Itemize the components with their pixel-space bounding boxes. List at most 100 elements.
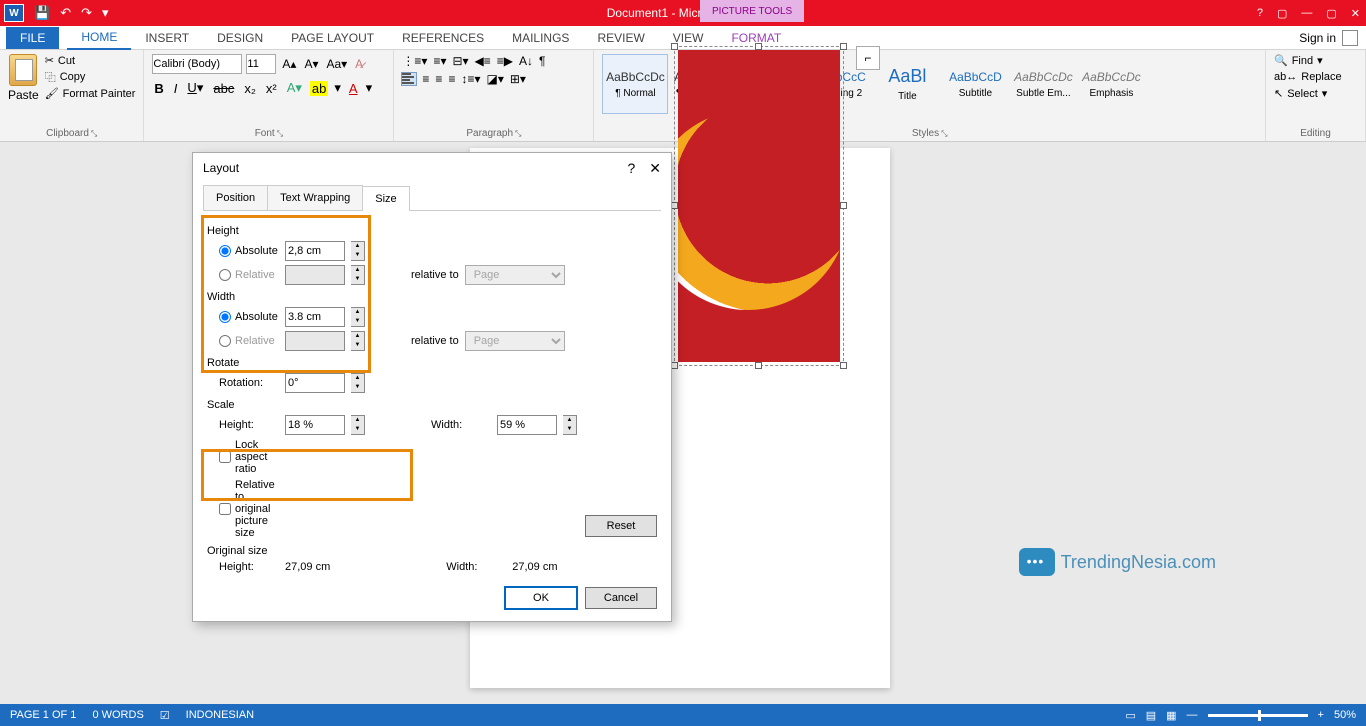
lock-aspect-checkbox[interactable]: Lock aspect ratio: [219, 439, 279, 475]
borders-icon[interactable]: ⊞▾: [510, 72, 526, 86]
ribbon-display-icon[interactable]: ▢: [1277, 7, 1287, 20]
resize-handle-tr[interactable]: [840, 43, 847, 50]
zoom-out-icon[interactable]: —: [1187, 709, 1198, 721]
zoom-slider[interactable]: [1208, 714, 1308, 717]
width-absolute-radio[interactable]: Absolute: [219, 311, 279, 323]
replace-button[interactable]: ab↔Replace: [1274, 71, 1357, 83]
resize-handle-tl[interactable]: [671, 43, 678, 50]
layout-options-floaty[interactable]: ⌐: [856, 46, 880, 70]
superscript-button[interactable]: x²: [264, 81, 279, 96]
read-mode-icon[interactable]: ▭: [1125, 709, 1135, 722]
align-left-button[interactable]: [402, 73, 416, 85]
style-item-0[interactable]: AaBbCcDc¶ Normal: [602, 54, 668, 114]
spinner[interactable]: ▲▼: [351, 307, 365, 327]
tab-design[interactable]: DESIGN: [203, 27, 277, 49]
page-indicator[interactable]: PAGE 1 OF 1: [10, 709, 76, 721]
font-name-combo[interactable]: [152, 54, 242, 74]
font-size-combo[interactable]: [246, 54, 276, 74]
shading-icon[interactable]: ◪▾: [486, 72, 503, 86]
format-painter-button[interactable]: 🖌Format Painter: [45, 87, 136, 100]
align-center-button[interactable]: ≡: [422, 72, 429, 86]
style-item-6[interactable]: AaBbCcDcSubtle Em...: [1010, 54, 1076, 114]
resize-handle-l[interactable]: [671, 202, 678, 209]
grow-font-icon[interactable]: A▴: [280, 57, 298, 71]
find-button[interactable]: 🔍Find ▾: [1274, 54, 1357, 67]
align-right-button[interactable]: ≡: [435, 72, 442, 86]
tab-insert[interactable]: INSERT: [131, 27, 203, 49]
strikethrough-button[interactable]: abc: [211, 81, 236, 96]
tab-page-layout[interactable]: PAGE LAYOUT: [277, 27, 388, 49]
spinner[interactable]: ▲▼: [351, 241, 365, 261]
resize-handle-t[interactable]: [755, 43, 762, 50]
bold-button[interactable]: B: [152, 81, 165, 96]
tab-home[interactable]: HOME: [67, 26, 131, 50]
cut-button[interactable]: ✂Cut: [45, 54, 136, 67]
style-item-5[interactable]: AaBbCcDSubtitle: [942, 54, 1008, 114]
word-count[interactable]: 0 WORDS: [92, 709, 143, 721]
change-case-icon[interactable]: Aa▾: [324, 57, 349, 71]
save-icon[interactable]: 💾: [34, 5, 50, 21]
sign-in[interactable]: Sign in: [1299, 30, 1358, 46]
maximize-icon[interactable]: ▢: [1326, 7, 1336, 20]
help-icon[interactable]: ?: [1257, 7, 1263, 20]
bullets-icon[interactable]: ⋮≡▾: [402, 54, 427, 68]
tab-size[interactable]: Size: [362, 186, 409, 211]
zoom-in-icon[interactable]: +: [1318, 709, 1324, 721]
spinner[interactable]: ▲▼: [351, 415, 365, 435]
dialog-launcher-icon[interactable]: ⤡: [941, 129, 947, 138]
tab-file[interactable]: FILE: [6, 27, 59, 49]
height-absolute-input[interactable]: [285, 241, 345, 261]
cancel-button[interactable]: Cancel: [585, 587, 657, 609]
dialog-launcher-icon[interactable]: ⤡: [91, 129, 97, 138]
resize-handle-bl[interactable]: [671, 362, 678, 369]
clear-formatting-icon[interactable]: A̷: [353, 57, 365, 71]
tab-position[interactable]: Position: [203, 185, 268, 210]
sort-icon[interactable]: A↓: [519, 54, 533, 68]
style-item-4[interactable]: AaBlTitle: [874, 54, 940, 114]
select-button[interactable]: ↖Select ▾: [1274, 87, 1357, 100]
spinner[interactable]: ▲▼: [563, 415, 577, 435]
tab-review[interactable]: REVIEW: [583, 27, 658, 49]
dialog-launcher-icon[interactable]: ⤡: [277, 129, 283, 138]
resize-handle-b[interactable]: [755, 362, 762, 369]
line-spacing-icon[interactable]: ↕≡▾: [461, 72, 480, 86]
height-absolute-radio[interactable]: Absolute: [219, 245, 279, 257]
height-relative-radio[interactable]: Relative: [219, 269, 279, 281]
paste-button[interactable]: Paste: [8, 54, 39, 102]
show-marks-icon[interactable]: ¶: [539, 54, 545, 68]
text-effects-icon[interactable]: A▾: [285, 80, 304, 96]
increase-indent-icon[interactable]: ≡▶: [497, 54, 513, 68]
rotation-input[interactable]: [285, 373, 345, 393]
dialog-close-icon[interactable]: ✕: [649, 160, 661, 177]
tab-text-wrapping[interactable]: Text Wrapping: [267, 185, 363, 210]
resize-handle-br[interactable]: [840, 362, 847, 369]
reset-button[interactable]: Reset: [585, 515, 657, 537]
language-indicator[interactable]: INDONESIAN: [186, 709, 254, 721]
tab-mailings[interactable]: MAILINGS: [498, 27, 583, 49]
undo-icon[interactable]: ↶: [60, 5, 71, 21]
style-item-7[interactable]: AaBbCcDcEmphasis: [1078, 54, 1144, 114]
relative-original-checkbox[interactable]: Relative to original picture size: [219, 479, 279, 539]
redo-icon[interactable]: ↷: [81, 5, 92, 21]
web-layout-icon[interactable]: ▦: [1166, 709, 1176, 722]
close-icon[interactable]: ✕: [1351, 7, 1360, 20]
italic-button[interactable]: I: [172, 81, 180, 96]
highlight-icon[interactable]: ab: [310, 81, 328, 96]
zoom-level[interactable]: 50%: [1334, 709, 1356, 721]
scale-width-input[interactable]: [497, 415, 557, 435]
numbering-icon[interactable]: ≡▾: [433, 54, 446, 68]
decrease-indent-icon[interactable]: ◀≡: [475, 54, 491, 68]
subscript-button[interactable]: x₂: [242, 81, 258, 96]
minimize-icon[interactable]: —: [1301, 7, 1312, 20]
underline-button[interactable]: U▾: [185, 80, 205, 96]
dialog-launcher-icon[interactable]: ⤡: [515, 129, 521, 138]
dialog-help-icon[interactable]: ?: [627, 160, 635, 177]
proofing-icon[interactable]: ☑: [160, 709, 170, 722]
copy-button[interactable]: ⿻Copy: [45, 69, 136, 85]
ok-button[interactable]: OK: [505, 587, 577, 609]
print-layout-icon[interactable]: ▤: [1146, 709, 1156, 722]
width-absolute-input[interactable]: [285, 307, 345, 327]
shrink-font-icon[interactable]: A▾: [302, 57, 320, 71]
resize-handle-r[interactable]: [840, 202, 847, 209]
font-color-icon[interactable]: A: [347, 81, 360, 96]
